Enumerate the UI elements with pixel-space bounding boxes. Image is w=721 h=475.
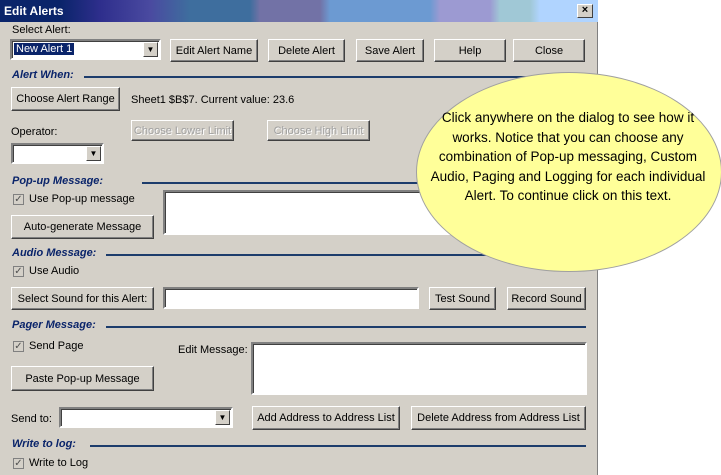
use-audio-label: Use Audio bbox=[29, 265, 80, 277]
send-to-label: Send to: bbox=[11, 413, 52, 425]
checkmark-icon[interactable]: ✓ bbox=[13, 266, 24, 277]
edit-message-label: Edit Message: bbox=[178, 344, 248, 356]
write-to-log-label: Write to Log bbox=[29, 457, 89, 469]
select-sound-button[interactable]: Select Sound for this Alert: bbox=[11, 287, 154, 310]
pager-message-textarea[interactable] bbox=[251, 342, 587, 395]
alert-when-divider bbox=[84, 76, 586, 78]
title-bar: Edit Alerts × bbox=[0, 0, 598, 22]
test-sound-button[interactable]: Test Sound bbox=[429, 287, 496, 310]
range-info-text: Sheet1 $B$7. Current value: 23.6 bbox=[131, 94, 295, 106]
write-to-log-header: Write to log: bbox=[12, 438, 76, 450]
record-sound-button[interactable]: Record Sound bbox=[507, 287, 586, 310]
window-title: Edit Alerts bbox=[4, 4, 64, 18]
choose-high-limit-button[interactable]: Choose High Limit bbox=[267, 120, 370, 141]
close-button[interactable]: Close bbox=[513, 39, 585, 62]
checkmark-icon[interactable]: ✓ bbox=[13, 458, 24, 469]
operator-combobox[interactable]: ▼ bbox=[11, 143, 104, 164]
popup-message-header: Pop-up Message: bbox=[12, 175, 104, 187]
choose-alert-range-button[interactable]: Choose Alert Range bbox=[11, 87, 120, 111]
log-divider bbox=[90, 445, 586, 447]
delete-alert-button[interactable]: Delete Alert bbox=[268, 39, 345, 62]
select-alert-combobox[interactable]: New Alert 1 ▼ bbox=[10, 39, 161, 60]
operator-label: Operator: bbox=[11, 126, 58, 138]
tooltip-text[interactable]: Click anywhere on the dialog to see how … bbox=[430, 108, 706, 206]
chevron-down-icon[interactable]: ▼ bbox=[215, 410, 230, 425]
auto-generate-message-button[interactable]: Auto-generate Message bbox=[11, 215, 154, 239]
choose-lower-limit-button[interactable]: Choose Lower Limit bbox=[131, 120, 234, 141]
use-popup-label: Use Pop-up message bbox=[29, 193, 135, 205]
pager-message-header: Pager Message: bbox=[12, 319, 96, 331]
chevron-down-icon[interactable]: ▼ bbox=[143, 42, 158, 57]
alert-when-header: Alert When: bbox=[12, 69, 74, 81]
checkmark-icon[interactable]: ✓ bbox=[13, 341, 24, 352]
select-alert-label: Select Alert: bbox=[12, 24, 71, 36]
help-button[interactable]: Help bbox=[434, 39, 506, 62]
paste-popup-message-button[interactable]: Paste Pop-up Message bbox=[11, 366, 154, 391]
delete-address-button[interactable]: Delete Address from Address List bbox=[411, 406, 586, 430]
add-address-button[interactable]: Add Address to Address List bbox=[252, 406, 400, 430]
pager-divider bbox=[106, 326, 586, 328]
sound-path-field[interactable] bbox=[163, 287, 419, 309]
send-page-label: Send Page bbox=[29, 340, 84, 352]
chevron-down-icon[interactable]: ▼ bbox=[86, 146, 101, 161]
close-icon[interactable]: × bbox=[577, 4, 593, 18]
save-alert-button[interactable]: Save Alert bbox=[356, 39, 424, 62]
select-alert-value: New Alert 1 bbox=[14, 43, 75, 55]
send-to-combobox[interactable]: ▼ bbox=[59, 407, 233, 428]
audio-message-header: Audio Message: bbox=[12, 247, 97, 259]
checkmark-icon[interactable]: ✓ bbox=[13, 194, 24, 205]
edit-alert-name-button[interactable]: Edit Alert Name bbox=[170, 39, 258, 62]
